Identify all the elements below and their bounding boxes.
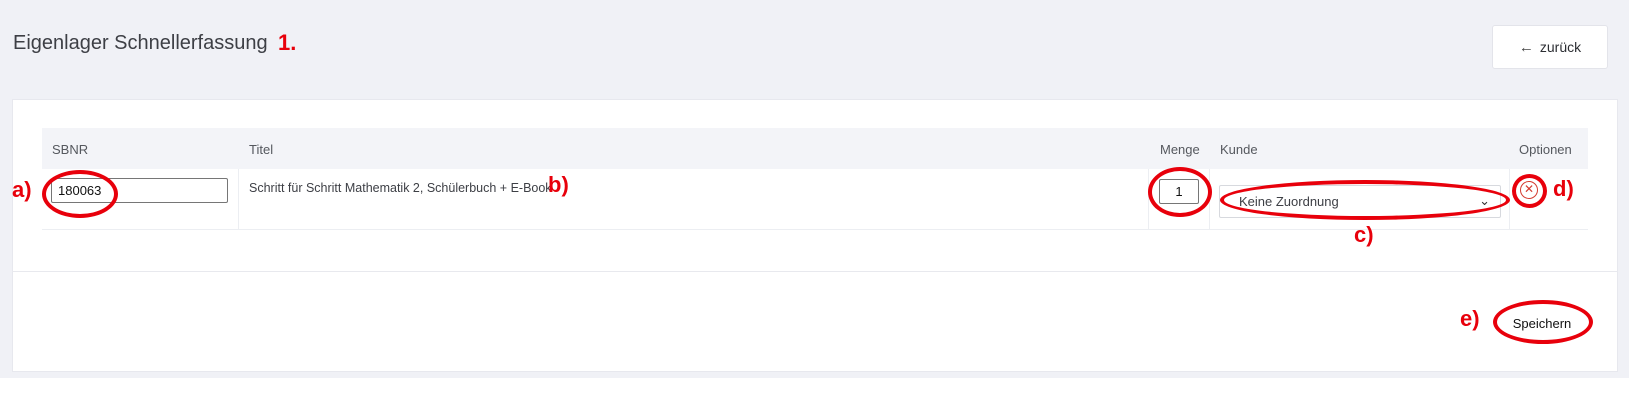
save-button[interactable]: Speichern (1503, 309, 1581, 337)
column-header-titel: Titel (249, 142, 274, 157)
customer-select-value: Keine Zuordnung (1239, 194, 1339, 209)
card-divider (12, 271, 1618, 272)
arrow-left-icon: ← (1518, 38, 1534, 56)
quantity-input[interactable] (1159, 179, 1199, 204)
column-divider (1209, 169, 1210, 230)
annotation-label-b: b) (548, 172, 569, 197)
column-header-menge: Menge (1160, 142, 1200, 157)
back-button-label: zurück (1539, 39, 1582, 55)
annotation-label-e: e) (1460, 306, 1480, 331)
sbnr-input[interactable] (51, 178, 228, 203)
title-cell: Schritt für Schritt Mathematik 2, Schüle… (249, 181, 552, 195)
chevron-down-icon: ⌄ (1479, 193, 1490, 208)
page-title: Eigenlager Schnellerfassung (13, 32, 268, 54)
page: Eigenlager Schnellerfassung 1. ← zurück … (0, 0, 1629, 411)
column-header-optionen: Optionen (1519, 142, 1572, 157)
column-divider (1148, 169, 1149, 230)
annotation-label-d: d) (1553, 176, 1574, 201)
back-button[interactable]: ← zurück (1492, 25, 1608, 69)
customer-select[interactable]: Keine Zuordnung ⌄ (1219, 185, 1501, 218)
circle-x-icon: ✕ (1523, 182, 1535, 196)
annotation-step-1: 1. (278, 30, 297, 55)
remove-row-button[interactable]: ✕ (1520, 181, 1538, 199)
column-divider (1509, 169, 1510, 230)
column-divider (238, 169, 239, 230)
column-header-kunde: Kunde (1220, 142, 1258, 157)
annotation-label-c: c) (1354, 222, 1374, 247)
annotation-label-a: a) (12, 177, 32, 202)
table-header (42, 128, 1588, 169)
column-header-sbnr: SBNR (52, 142, 89, 157)
